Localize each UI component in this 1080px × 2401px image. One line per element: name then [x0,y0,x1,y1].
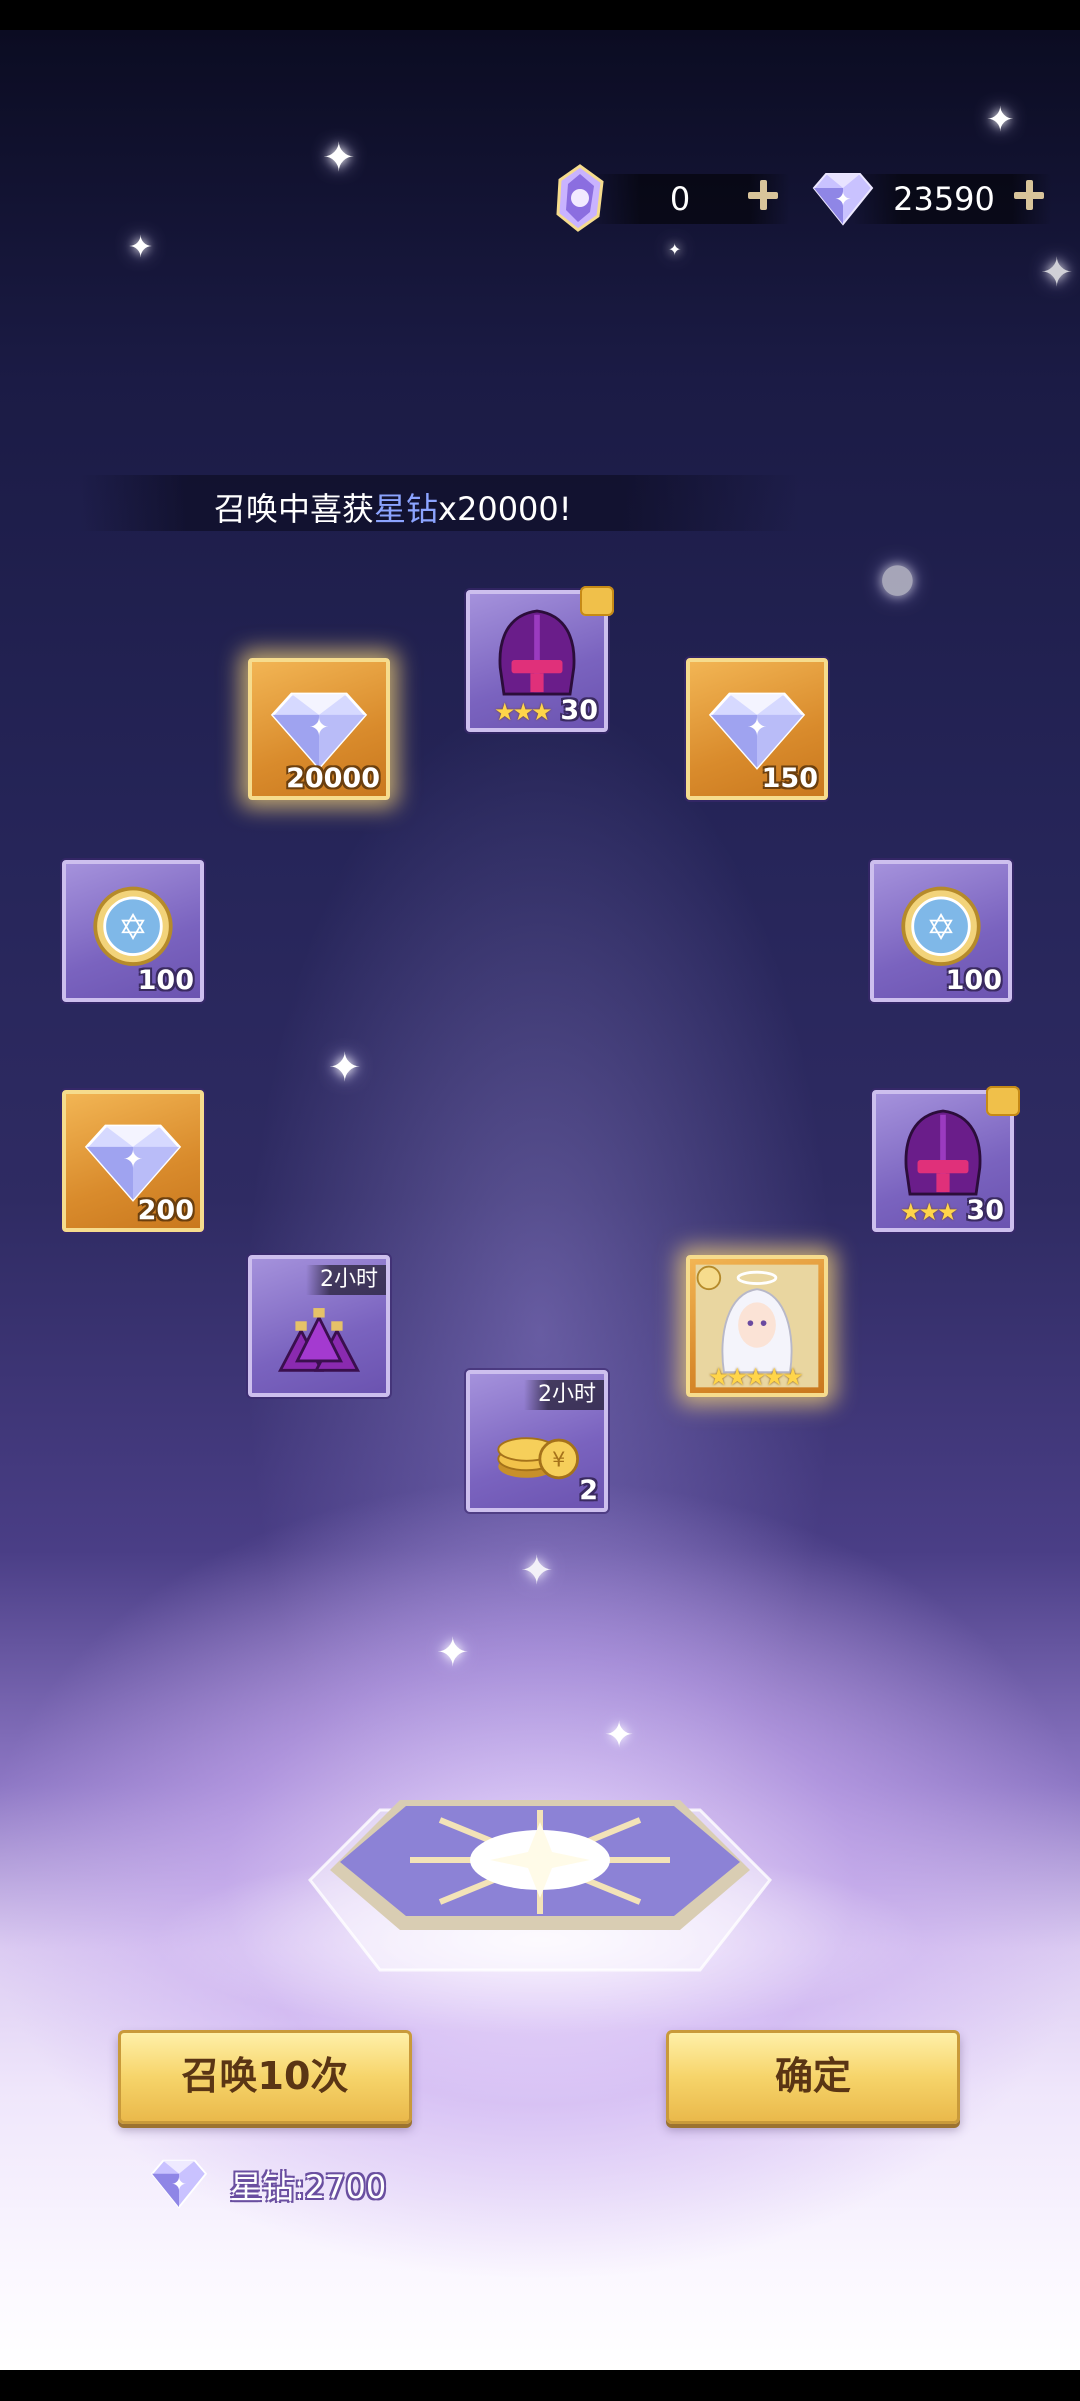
summon-pedestal [308,1800,772,1972]
sparkle-icon: ✦ [436,1630,470,1676]
reward-card-star-diamond[interactable]: ✦ 200 [62,1090,204,1232]
reward-card-star-diamond[interactable]: ✦ 150 [686,658,828,800]
sparkle-icon: ✦ [128,230,154,265]
reward-card-gold-coins[interactable]: ¥ 2小时 2 [466,1370,608,1512]
summon-10-button[interactable]: 召唤10次 [118,2030,412,2124]
reward-card-exp-potion[interactable]: 2小时 [248,1255,390,1397]
sparkle-icon: ✦ [322,135,356,181]
summon-crystal-icon [556,164,604,232]
reward-card-summon-coin[interactable]: ✡ 100 [870,860,1012,1002]
sparkle-icon: ✦ [328,1045,362,1091]
reward-count: 30 [560,695,598,726]
announcement-highlight: 星钻 [374,490,439,528]
reward-card-helmet-shard[interactable]: ★★★ 30 [466,586,614,732]
summon-result-scene: ✦ ✦ ✦ ✦ ✦ ✦ ✦ ✦ ✦ ● 0 ✦ 23590 召唤中喜获星钻x20… [0,30,1080,2370]
reward-announcement: 召唤中喜获星钻x20000! [80,475,800,531]
svg-text:✦: ✦ [747,713,768,742]
reward-count: 200 [137,1195,194,1226]
svg-text:¥: ¥ [552,1447,565,1471]
reward-count: 20000 [286,763,380,794]
reward-count: 30 [966,1195,1004,1226]
add-star-diamond-button[interactable] [1014,180,1044,210]
summon-crystal-value: 0 [669,180,691,218]
rarity-stars: ★★★★★ [708,1363,804,1391]
reward-count: 2 [579,1475,598,1506]
duration-label: 2小时 [306,1265,386,1295]
svg-text:✡: ✡ [926,907,956,948]
sparkle-icon: ✦ [520,1548,554,1594]
sparkle-icon: ● [880,555,915,601]
reward-count: 100 [137,965,194,996]
sparkle-icon: ✦ [1040,250,1074,296]
status-bar [0,0,1080,30]
rarity-stars: ★★★ [494,698,553,726]
svg-text:✦: ✦ [835,187,852,211]
svg-text:✦: ✦ [309,713,330,742]
star-diamond-icon: ✦ [812,173,874,226]
add-summon-crystal-button[interactable] [748,180,778,210]
navigation-bar [0,2370,1080,2401]
sparkle-icon: ✦ [986,100,1015,140]
star-diamond-icon: ✦ [150,2159,208,2209]
summon-cost-label: 星钻:2700 [230,2168,387,2206]
svg-text:✦: ✦ [171,2174,187,2195]
reward-card-star-diamond[interactable]: ✦ 20000 [248,658,390,800]
sparkle-icon: ✦ [668,240,682,259]
rarity-stars: ★★★ [900,1198,959,1226]
svg-text:✡: ✡ [118,907,148,948]
star-diamond-counter: ✦ 23590 [812,170,1057,228]
announcement-text: 召唤中喜获星钻x20000! [214,490,572,528]
confirm-button[interactable]: 确定 [666,2030,960,2124]
star-diamond-value: 23590 [893,180,995,218]
summon-crystal-counter: 0 [550,164,790,232]
svg-text:✦: ✦ [123,1145,144,1174]
reward-count: 100 [945,965,1002,996]
reward-card-helmet-shard[interactable]: ★★★ 30 [872,1086,1020,1232]
summon-cost: ✦ 星钻:2700 [150,2158,386,2209]
duration-label: 2小时 [524,1380,604,1410]
reward-card-hero[interactable]: ★★★★★ [686,1255,828,1397]
reward-card-summon-coin[interactable]: ✡ 100 [62,860,204,1002]
reward-count: 150 [761,763,818,794]
